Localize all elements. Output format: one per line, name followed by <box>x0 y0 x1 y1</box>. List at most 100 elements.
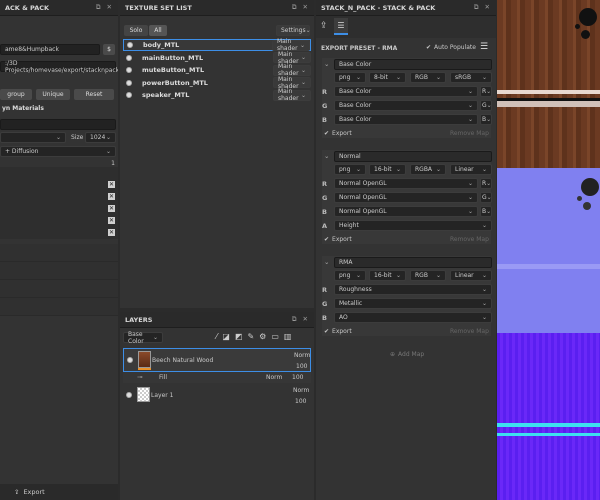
collapse-icon[interactable]: ⌄ <box>324 60 329 68</box>
channel-source-dropdown[interactable]: Normal OpenGL ⌄ <box>334 192 478 203</box>
channel-source-dropdown[interactable]: Roughness ⌄ <box>334 284 492 295</box>
channel-select-dropdown[interactable]: B ⌄ <box>480 206 492 217</box>
channel-source-dropdown[interactable]: AO ⌄ <box>334 312 492 323</box>
effect-icon[interactable]: ✎ <box>247 332 254 341</box>
float-icon[interactable]: ⧉ <box>474 3 479 12</box>
remove-icon[interactable]: ✕ <box>108 193 115 200</box>
export-toggle[interactable]: ✔ Export <box>324 328 352 335</box>
shader-dropdown[interactable]: Main shader ⌄ <box>273 63 311 77</box>
remove-icon[interactable]: ✕ <box>108 181 115 188</box>
channel-source-dropdown[interactable]: Height ⌄ <box>334 220 492 231</box>
channel-select-dropdown[interactable]: G ⌄ <box>480 192 492 203</box>
map-name-field[interactable]: RMA <box>334 257 492 268</box>
close-icon[interactable]: ✕ <box>303 3 308 12</box>
size-dropdown[interactable]: 1024 ⌄ <box>85 132 116 143</box>
path-field[interactable]: :/3D Projects/homevase/export/stacknpack <box>0 60 118 74</box>
shader-dropdown[interactable]: Main shader ⌄ <box>272 38 310 52</box>
texture-set-radio[interactable] <box>126 67 132 73</box>
opacity-value[interactable]: 100 <box>296 363 307 370</box>
space-dropdown[interactable]: sRGB ⌄ <box>450 72 492 83</box>
blend-mode[interactable]: Norm <box>294 352 310 359</box>
dollar-button[interactable]: $ <box>103 44 115 55</box>
float-icon[interactable]: ⧉ <box>292 315 297 324</box>
texture-set-radio[interactable] <box>127 42 133 48</box>
texture-set-radio[interactable] <box>126 92 132 98</box>
menu-icon[interactable]: ☰ <box>480 42 488 52</box>
remove-icon[interactable]: ✕ <box>108 205 115 212</box>
channel-source-dropdown[interactable]: Metallic ⌄ <box>334 298 492 309</box>
channel-select-dropdown[interactable]: R ⌄ <box>480 178 492 189</box>
fill-layer-icon[interactable]: ◪ <box>222 332 230 341</box>
map-name-field[interactable]: Base Color <box>334 59 492 70</box>
shader-dropdown[interactable]: Main shader ⌄ <box>273 76 311 90</box>
texture-set-item[interactable]: mainButton_MTL Main shader ⌄ <box>123 51 311 65</box>
reset-button[interactable]: Reset <box>74 89 114 100</box>
settings-dropdown[interactable]: Settings ⌄ <box>276 25 311 36</box>
unique-button[interactable]: Unique <box>36 89 70 100</box>
visibility-icon[interactable] <box>127 357 133 363</box>
channel-select-dropdown[interactable]: G ⌄ <box>480 100 492 111</box>
texture-set-item[interactable]: speaker_MTL Main shader ⌄ <box>123 88 311 102</box>
mode-dropdown[interactable]: RGB ⌄ <box>410 270 446 281</box>
texture-set-item[interactable]: muteButton_MTL Main shader ⌄ <box>123 63 311 77</box>
group-button[interactable]: group <box>0 89 32 100</box>
blend-mode[interactable]: Norm <box>266 374 282 381</box>
remove-map-button[interactable]: Remove Map <box>450 130 489 137</box>
remove-icon[interactable]: ✕ <box>108 229 115 236</box>
export-toggle[interactable]: ✔ Export <box>324 130 352 137</box>
mode-dropdown[interactable]: RGBA ⌄ <box>410 164 446 175</box>
shader-dropdown[interactable]: Main shader ⌄ <box>273 51 311 65</box>
bits-dropdown[interactable]: 16-bit ⌄ <box>369 270 406 281</box>
export-button[interactable]: Export <box>23 488 44 496</box>
collapse-icon[interactable]: ⌄ <box>324 152 329 160</box>
blend-mode[interactable]: Norm <box>293 387 309 394</box>
add-map-button[interactable]: ⊕ Add Map <box>390 351 424 358</box>
channel-select-dropdown[interactable]: B ⌄ <box>480 114 492 125</box>
close-icon[interactable]: ✕ <box>107 3 112 12</box>
map-name-field[interactable]: Normal <box>334 151 492 162</box>
remove-icon[interactable]: ✕ <box>108 217 115 224</box>
texture-set-radio[interactable] <box>126 54 132 61</box>
auto-populate-toggle[interactable]: ✔ Auto Populate <box>426 44 476 51</box>
layer-row[interactable]: Beech Natural Wood Norm 100 <box>123 348 311 372</box>
name-field[interactable]: ame8&Humpback <box>0 44 100 55</box>
export-icon[interactable]: ⇪ <box>14 488 19 496</box>
mask-icon[interactable]: ◩ <box>235 332 243 341</box>
layer-row[interactable]: Layer 1 Norm 100 <box>123 384 311 406</box>
channel-source-dropdown[interactable]: Base Color ⌄ <box>334 114 478 125</box>
material-field[interactable] <box>0 119 116 130</box>
export-tab-icon[interactable]: ⇪ <box>320 21 328 31</box>
mode-dropdown[interactable]: + Diffusion ⌄ <box>0 146 116 157</box>
opacity-value[interactable]: 100 <box>292 374 303 381</box>
format-dropdown[interactable]: png ⌄ <box>334 72 366 83</box>
bits-dropdown[interactable]: 8-bit ⌄ <box>369 72 406 83</box>
float-icon[interactable]: ⧉ <box>292 3 297 12</box>
filter-icon[interactable]: ⚙ <box>259 332 266 341</box>
list-tab-icon[interactable]: ☰ <box>334 18 348 35</box>
channel-dropdown[interactable]: Base Color ⌄ <box>123 331 163 345</box>
close-icon[interactable]: ✕ <box>485 3 490 12</box>
channel-source-dropdown[interactable]: Base Color ⌄ <box>334 100 478 111</box>
texture-set-item[interactable]: powerButton_MTL Main shader ⌄ <box>123 76 311 90</box>
remove-map-button[interactable]: Remove Map <box>450 236 489 243</box>
texture-set-item[interactable]: body_MTL Main shader ⌄ <box>123 38 311 52</box>
visibility-icon[interactable] <box>126 392 132 398</box>
bits-dropdown[interactable]: 16-bit ⌄ <box>369 164 406 175</box>
fill-row[interactable]: ⊸ Fill Norm 100 <box>123 372 311 383</box>
mode-dropdown[interactable]: RGB ⌄ <box>410 72 446 83</box>
channel-source-dropdown[interactable]: Normal OpenGL ⌄ <box>334 206 478 217</box>
float-icon[interactable]: ⧉ <box>96 3 101 12</box>
format-dropdown[interactable]: png ⌄ <box>334 270 366 281</box>
channel-source-dropdown[interactable]: Normal OpenGL ⌄ <box>334 178 478 189</box>
channel-source-dropdown[interactable]: Base Color ⌄ <box>334 86 478 97</box>
trash-icon[interactable]: ▥ <box>284 332 292 341</box>
paint-icon[interactable]: ⁄ <box>216 332 217 341</box>
close-icon[interactable]: ✕ <box>303 315 308 324</box>
shader-dropdown[interactable]: Main shader ⌄ <box>273 88 311 102</box>
material-dropdown[interactable]: ⌄ <box>0 132 66 143</box>
space-dropdown[interactable]: Linear ⌄ <box>450 270 492 281</box>
opacity-value[interactable]: 100 <box>295 398 306 405</box>
collapse-icon[interactable]: ⌄ <box>324 258 329 266</box>
solo-tab[interactable]: Solo <box>124 25 148 36</box>
export-toggle[interactable]: ✔ Export <box>324 236 352 243</box>
